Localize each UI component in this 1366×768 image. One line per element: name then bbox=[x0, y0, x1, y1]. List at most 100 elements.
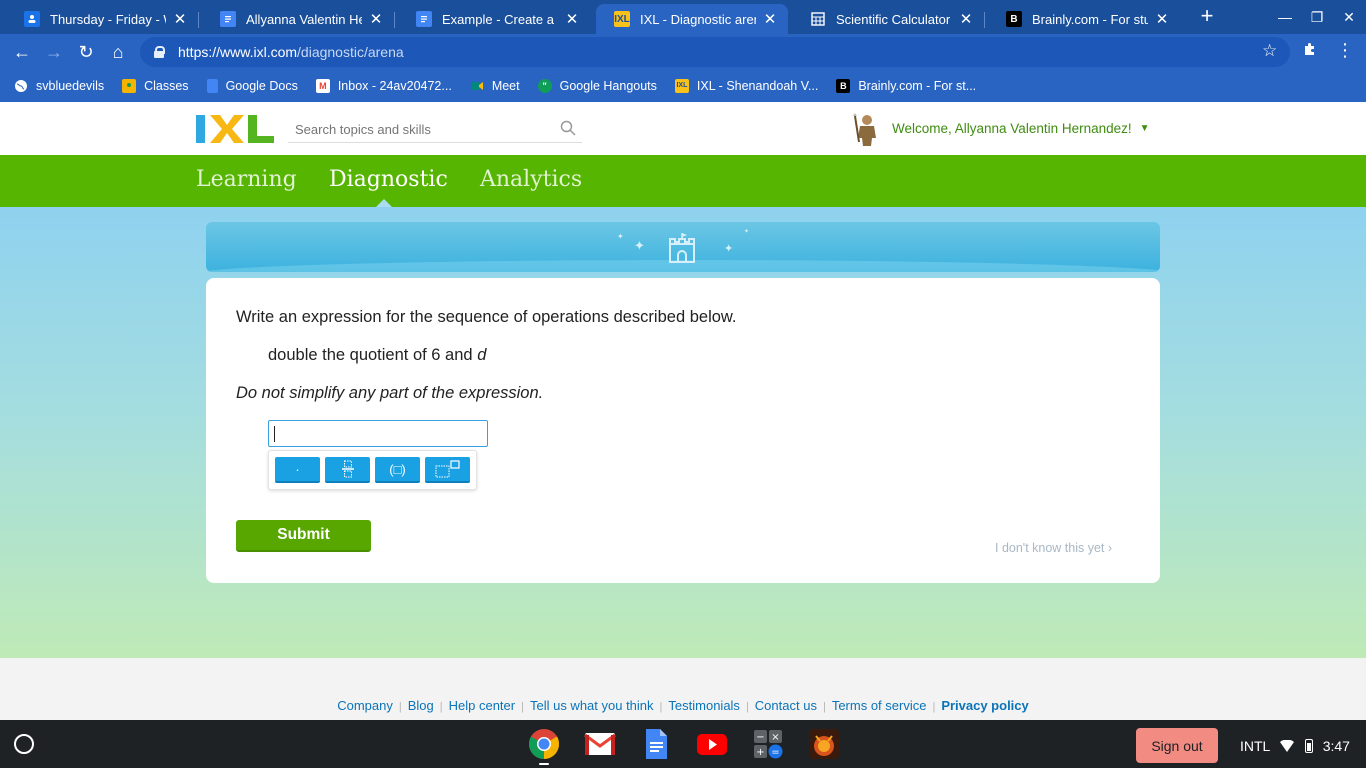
close-icon[interactable]: ✕ bbox=[172, 10, 188, 28]
gmail-icon[interactable] bbox=[584, 728, 616, 760]
ixl-logo-icon bbox=[196, 115, 274, 143]
tab-ixl-active[interactable]: IXL IXL - Diagnostic arena ✕ bbox=[596, 4, 788, 34]
search-box[interactable] bbox=[288, 117, 582, 143]
nav-analytics[interactable]: Analytics bbox=[480, 167, 582, 192]
tab-title: Scientific Calculator bbox=[836, 11, 951, 27]
bookmark-svbluedevils[interactable]: svbluedevils bbox=[14, 79, 104, 93]
footer-link-terms[interactable]: Terms of service bbox=[832, 698, 927, 713]
home-icon[interactable]: ⌂ bbox=[106, 40, 130, 64]
footer-link-company[interactable]: Company bbox=[337, 698, 393, 713]
close-window-icon[interactable]: ✕ bbox=[1338, 6, 1360, 28]
footer-link-help-center[interactable]: Help center bbox=[449, 698, 515, 713]
youtube-icon[interactable] bbox=[696, 728, 728, 760]
submit-button[interactable]: Submit bbox=[236, 520, 371, 552]
close-icon[interactable]: ✕ bbox=[762, 10, 778, 28]
sparkle-icon: ✦ bbox=[744, 229, 750, 235]
tab-calculator[interactable]: Scientific Calculator ✕ bbox=[792, 4, 985, 34]
avatar[interactable] bbox=[852, 112, 882, 146]
sparkle-icon: ✦ bbox=[617, 232, 624, 241]
chrome-icon[interactable] bbox=[528, 728, 560, 760]
exponent-key[interactable] bbox=[425, 457, 470, 483]
fraction-key[interactable] bbox=[325, 457, 370, 483]
tab-separator bbox=[984, 12, 985, 28]
tab-brainly[interactable]: B Brainly.com - For studen ✕ bbox=[988, 4, 1180, 34]
tab-title: Thursday - Friday - Wedn bbox=[50, 11, 166, 27]
reload-icon[interactable]: ↻ bbox=[74, 40, 98, 64]
close-icon[interactable]: ✕ bbox=[958, 10, 974, 28]
tab-strip: Thursday - Friday - Wedn ✕ Allyanna Vale… bbox=[0, 0, 1366, 34]
extensions-puzzle-icon[interactable] bbox=[1302, 41, 1318, 62]
bookmark-star-icon[interactable]: ☆ bbox=[1262, 41, 1277, 61]
divider: | bbox=[521, 701, 524, 713]
bookmark-ixl[interactable]: IXL IXL - Shenandoah V... bbox=[674, 78, 818, 93]
key-label: · bbox=[295, 461, 300, 477]
close-icon[interactable]: ✕ bbox=[1154, 10, 1170, 28]
bookmark-label: Brainly.com - For st... bbox=[858, 78, 977, 93]
footer-link-feedback[interactable]: Tell us what you think bbox=[530, 698, 654, 713]
tab-docs-example[interactable]: Example - Create a Char ✕ bbox=[398, 4, 590, 34]
footer-link-privacy[interactable]: Privacy policy bbox=[941, 698, 1028, 713]
fraction-icon bbox=[341, 460, 354, 478]
address-bar[interactable]: https://www.ixl.com/diagnostic/arena bbox=[140, 37, 1290, 67]
sign-out-button[interactable]: Sign out bbox=[1136, 728, 1218, 763]
svg-text:+: + bbox=[756, 747, 764, 758]
exponent-icon bbox=[435, 460, 460, 478]
status-tray[interactable]: INTL 3:47 bbox=[1230, 728, 1362, 763]
hangouts-icon: " bbox=[537, 78, 552, 93]
globe-icon bbox=[14, 79, 28, 93]
tab-docs-allyanna[interactable]: Allyanna Valentin Herna ✕ bbox=[202, 4, 395, 34]
launcher-icon[interactable] bbox=[14, 734, 34, 754]
footer-link-contact[interactable]: Contact us bbox=[755, 698, 817, 713]
search-icon[interactable] bbox=[560, 120, 576, 136]
ixl-logo[interactable] bbox=[196, 115, 274, 143]
caret-down-icon: ▼ bbox=[1139, 123, 1150, 134]
forward-arrow-icon[interactable]: → bbox=[42, 40, 66, 64]
question-expression: double the quotient of 6 and d bbox=[268, 346, 486, 365]
close-icon[interactable]: ✕ bbox=[564, 10, 580, 28]
calculator-icon[interactable]: − × + = bbox=[752, 728, 784, 760]
tab-classroom[interactable]: Thursday - Friday - Wedn ✕ bbox=[6, 4, 199, 34]
divider: | bbox=[822, 701, 826, 713]
bookmark-meet[interactable]: Meet bbox=[470, 79, 520, 93]
browser-toolbar: ← → ↻ ⌂ https://www.ixl.com/diagnostic/a… bbox=[0, 34, 1366, 69]
multiply-dot-key[interactable]: · bbox=[275, 457, 320, 483]
bookmark-classes[interactable]: Classes bbox=[122, 78, 189, 93]
bookmark-google-docs[interactable]: Google Docs bbox=[206, 78, 298, 93]
nav-learning[interactable]: Learning bbox=[196, 167, 297, 192]
search-input[interactable] bbox=[288, 117, 548, 141]
back-arrow-icon[interactable]: ← bbox=[10, 40, 34, 64]
game-icon[interactable] bbox=[808, 728, 840, 760]
new-tab-button[interactable]: + bbox=[1196, 4, 1218, 30]
nav-diagnostic[interactable]: Diagnostic bbox=[329, 167, 448, 192]
bookmark-inbox[interactable]: M Inbox - 24av20472... bbox=[315, 78, 452, 93]
parentheses-key[interactable]: (□) bbox=[375, 457, 420, 483]
tab-title: Allyanna Valentin Herna bbox=[246, 11, 362, 27]
calculator-icon bbox=[810, 11, 826, 27]
footer-link-testimonials[interactable]: Testimonials bbox=[668, 698, 740, 713]
key-label: (□) bbox=[389, 461, 406, 477]
lock-icon bbox=[154, 46, 165, 58]
user-menu[interactable]: Welcome, Allyanna Valentin Hernandez! ▼ bbox=[892, 121, 1150, 136]
svg-text:−: − bbox=[756, 732, 764, 743]
clock: 3:47 bbox=[1322, 737, 1350, 754]
ime-indicator: INTL bbox=[1240, 737, 1271, 754]
close-icon[interactable]: ✕ bbox=[368, 10, 384, 28]
kebab-menu-icon[interactable]: ⋮ bbox=[1336, 40, 1354, 61]
answer-input[interactable] bbox=[268, 420, 488, 447]
bookmark-hangouts[interactable]: " Google Hangouts bbox=[537, 78, 657, 93]
bookmark-brainly[interactable]: B Brainly.com - For st... bbox=[836, 78, 977, 93]
i-dont-know-link[interactable]: I don't know this yet › bbox=[995, 541, 1112, 555]
docs-icon bbox=[220, 11, 236, 27]
tab-separator bbox=[198, 12, 199, 28]
docs-icon[interactable] bbox=[640, 728, 672, 760]
docs-icon bbox=[416, 11, 432, 27]
bookmark-label: Inbox - 24av20472... bbox=[337, 78, 452, 93]
sparkle-icon: ✦ bbox=[634, 238, 645, 253]
ixl-icon: IXL bbox=[614, 11, 630, 27]
math-keypad: · (□) bbox=[268, 450, 477, 490]
footer-link-blog[interactable]: Blog bbox=[408, 698, 434, 713]
brainly-icon: B bbox=[836, 78, 851, 93]
restore-icon[interactable]: ❐ bbox=[1306, 6, 1328, 28]
minimize-icon[interactable]: — bbox=[1274, 6, 1296, 28]
tab-title: Example - Create a Char bbox=[442, 11, 558, 27]
